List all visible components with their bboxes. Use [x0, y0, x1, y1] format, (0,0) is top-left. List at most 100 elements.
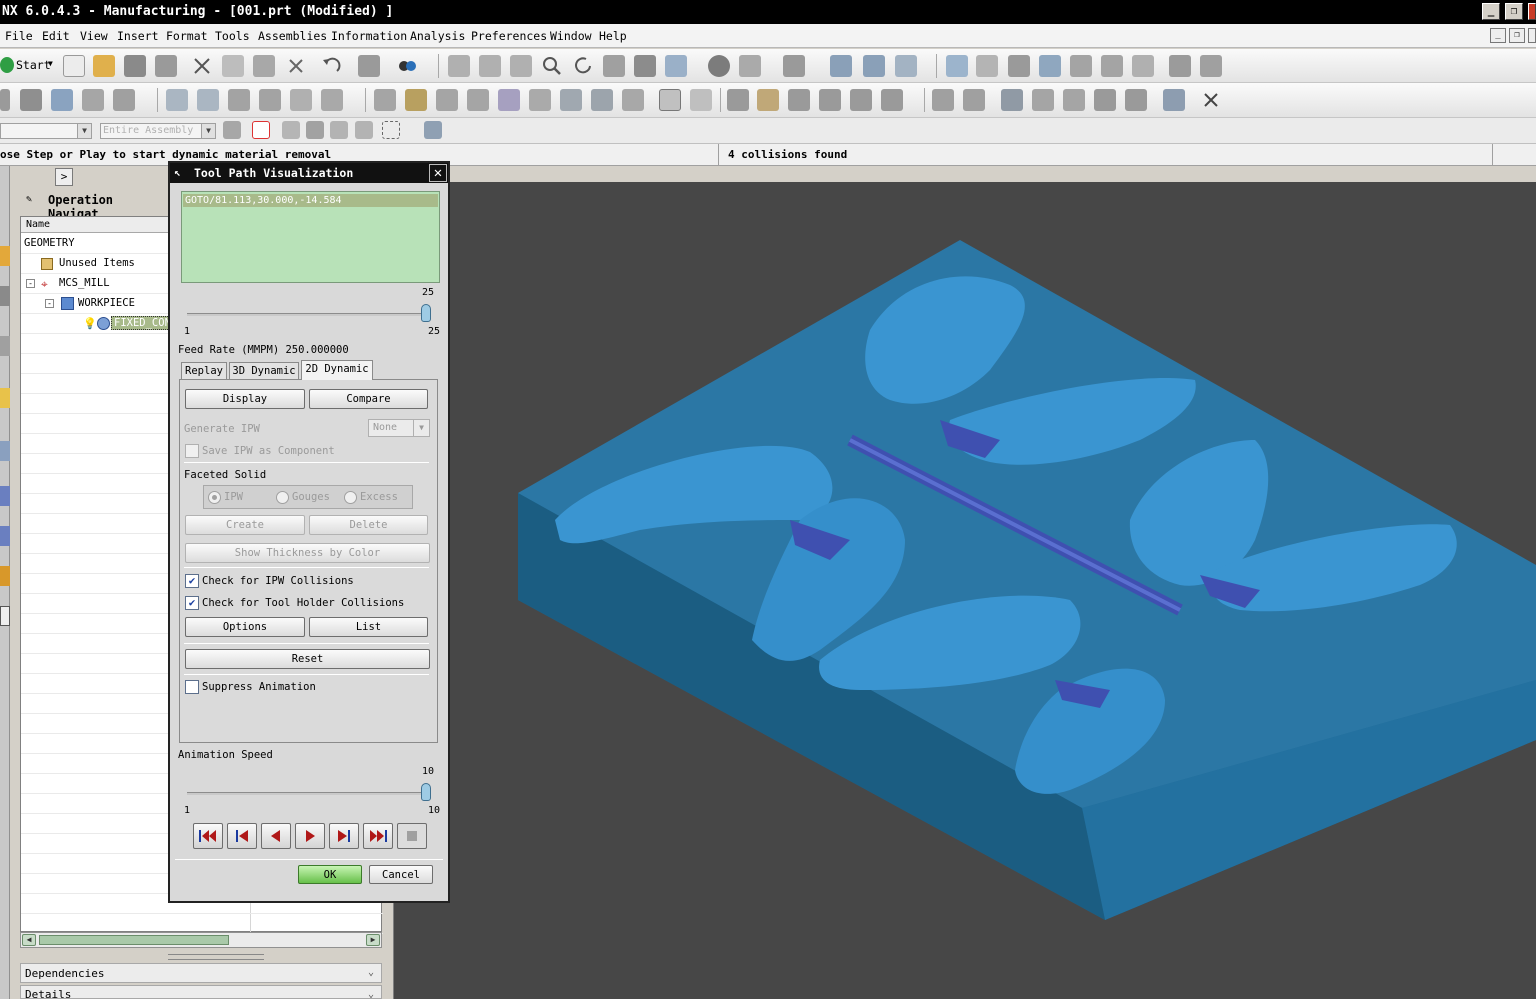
speed-slider-track[interactable] — [187, 792, 431, 795]
layer-icon[interactable] — [895, 55, 917, 77]
system-scenes-tab-icon[interactable] — [0, 606, 10, 626]
delete-toolpath-icon[interactable] — [290, 89, 312, 111]
point-icon[interactable] — [1039, 55, 1061, 77]
minimize-button[interactable]: _ — [1482, 3, 1500, 20]
replay-toolpath-icon[interactable] — [197, 89, 219, 111]
expand-arrow-icon[interactable]: > — [55, 168, 73, 186]
machine-navigator-tab-icon[interactable] — [0, 388, 10, 408]
clip-icon[interactable] — [863, 55, 885, 77]
rectangle-select-icon[interactable] — [382, 121, 400, 139]
kinematics-icon[interactable] — [1032, 89, 1054, 111]
check-collision-icon[interactable] — [819, 89, 841, 111]
measure-angle-icon[interactable] — [1200, 55, 1222, 77]
ipw-icon[interactable] — [727, 89, 749, 111]
close-window-button[interactable] — [1528, 3, 1536, 20]
edit-object-icon[interactable] — [374, 89, 396, 111]
menu-preferences[interactable]: Preferences — [471, 29, 547, 43]
open-folder-icon[interactable] — [93, 55, 115, 77]
select-back-icon[interactable] — [282, 121, 300, 139]
assembly-icon[interactable] — [1094, 89, 1116, 111]
filter-icon[interactable] — [223, 121, 241, 139]
suppress-animation-checkbox[interactable] — [185, 680, 199, 694]
menu-tools[interactable]: Tools — [215, 29, 250, 43]
mdi-close-icon[interactable] — [1528, 28, 1536, 43]
menu-format[interactable]: Format — [166, 29, 208, 43]
chevron-down-icon[interactable]: ▼ — [48, 59, 53, 68]
splitter-handle[interactable] — [168, 954, 264, 960]
roles-tab-icon[interactable] — [0, 566, 10, 586]
save-icon[interactable] — [124, 55, 146, 77]
go-to-end-button[interactable] — [363, 823, 393, 849]
pin-icon[interactable]: ✎ — [26, 194, 32, 205]
graphics-viewport[interactable] — [394, 182, 1536, 999]
section-icon[interactable] — [830, 55, 852, 77]
stop-button[interactable] — [397, 823, 427, 849]
rotate-icon[interactable] — [572, 55, 594, 77]
collapse-icon[interactable]: - — [45, 299, 54, 308]
assembly-navigator-tab-icon[interactable] — [0, 246, 10, 266]
dependencies-panel-header[interactable]: Dependencies ⌄ — [20, 963, 382, 983]
zoom-window-icon[interactable] — [479, 55, 501, 77]
undo-icon[interactable] — [320, 55, 342, 77]
tab-2d-dynamic[interactable]: 2D Dynamic — [301, 360, 373, 380]
copy-icon[interactable] — [222, 55, 244, 77]
vector-icon[interactable] — [1070, 55, 1092, 77]
options-button[interactable]: Options — [185, 617, 305, 637]
list-button[interactable]: List — [309, 617, 428, 637]
view-orient-icon[interactable] — [396, 55, 418, 77]
check-gouge-icon[interactable] — [788, 89, 810, 111]
step-back-button[interactable] — [227, 823, 257, 849]
chevron-down-icon[interactable]: ⌄ — [363, 965, 379, 981]
motion-slider-thumb[interactable] — [421, 304, 431, 322]
delete-button[interactable]: Delete — [309, 515, 428, 535]
menu-edit[interactable]: Edit — [42, 29, 70, 43]
web-browser-tab-icon[interactable] — [0, 486, 10, 506]
create-tool-icon[interactable] — [20, 89, 42, 111]
radio-gouges[interactable] — [276, 491, 289, 504]
create-button[interactable]: Create — [185, 515, 305, 535]
tab-3d-dynamic[interactable]: 3D Dynamic — [229, 362, 299, 380]
select-all-icon[interactable] — [424, 121, 442, 139]
display-object-icon[interactable] — [529, 89, 551, 111]
transform-icon[interactable] — [498, 89, 520, 111]
chevron-down-icon[interactable]: ⌄ — [363, 987, 379, 998]
orient-view-icon[interactable] — [665, 55, 687, 77]
copy-object-icon[interactable] — [436, 89, 458, 111]
tab-replay[interactable]: Replay — [181, 362, 227, 380]
tool-icon[interactable] — [690, 89, 712, 111]
blank-icon[interactable] — [757, 89, 779, 111]
block-icon[interactable] — [1163, 89, 1185, 111]
select-body-icon[interactable] — [306, 121, 324, 139]
menu-help[interactable]: Help — [599, 29, 627, 43]
postprocess-icon[interactable] — [321, 89, 343, 111]
motion-slider-track[interactable] — [187, 313, 431, 316]
menu-insert[interactable]: Insert — [117, 29, 159, 43]
ipw-collisions-checkbox[interactable]: ✔ — [185, 574, 199, 588]
toolpath-list[interactable]: GOTO/81.113,30.000,-14.584 — [181, 191, 440, 283]
shop-doc-icon[interactable] — [622, 89, 644, 111]
scroll-left-icon[interactable]: ◀ — [22, 934, 36, 946]
paste-icon[interactable] — [253, 55, 275, 77]
toolpath-list-selected-item[interactable]: GOTO/81.113,30.000,-14.584 — [183, 194, 438, 207]
list-toolpath-icon[interactable] — [228, 89, 250, 111]
horizontal-scrollbar[interactable]: ◀ ▶ — [20, 932, 382, 948]
background-icon[interactable] — [783, 55, 805, 77]
generate-toolpath-icon[interactable] — [166, 89, 188, 111]
radio-ipw[interactable] — [208, 491, 221, 504]
dialog-close-button[interactable]: ✕ — [429, 164, 447, 182]
display-button[interactable]: Display — [185, 389, 305, 409]
menu-file[interactable]: File — [5, 29, 33, 43]
select-icon[interactable] — [358, 55, 380, 77]
go-to-start-button[interactable] — [193, 823, 223, 849]
generate-ipw-select[interactable]: None ▼ — [368, 419, 430, 437]
csys-icon[interactable] — [946, 55, 968, 77]
start-menu-button[interactable]: Start — [16, 58, 51, 72]
pan-icon[interactable] — [603, 55, 625, 77]
operation-navigator-tab-icon[interactable] — [0, 336, 10, 356]
menu-analysis[interactable]: Analysis — [410, 29, 465, 43]
show-thickness-button[interactable]: Show Thickness by Color — [185, 543, 430, 563]
history-tab-icon[interactable] — [0, 441, 10, 461]
feature-group-icon[interactable] — [963, 89, 985, 111]
cut-object-icon[interactable] — [405, 89, 427, 111]
perspective-icon[interactable] — [634, 55, 656, 77]
